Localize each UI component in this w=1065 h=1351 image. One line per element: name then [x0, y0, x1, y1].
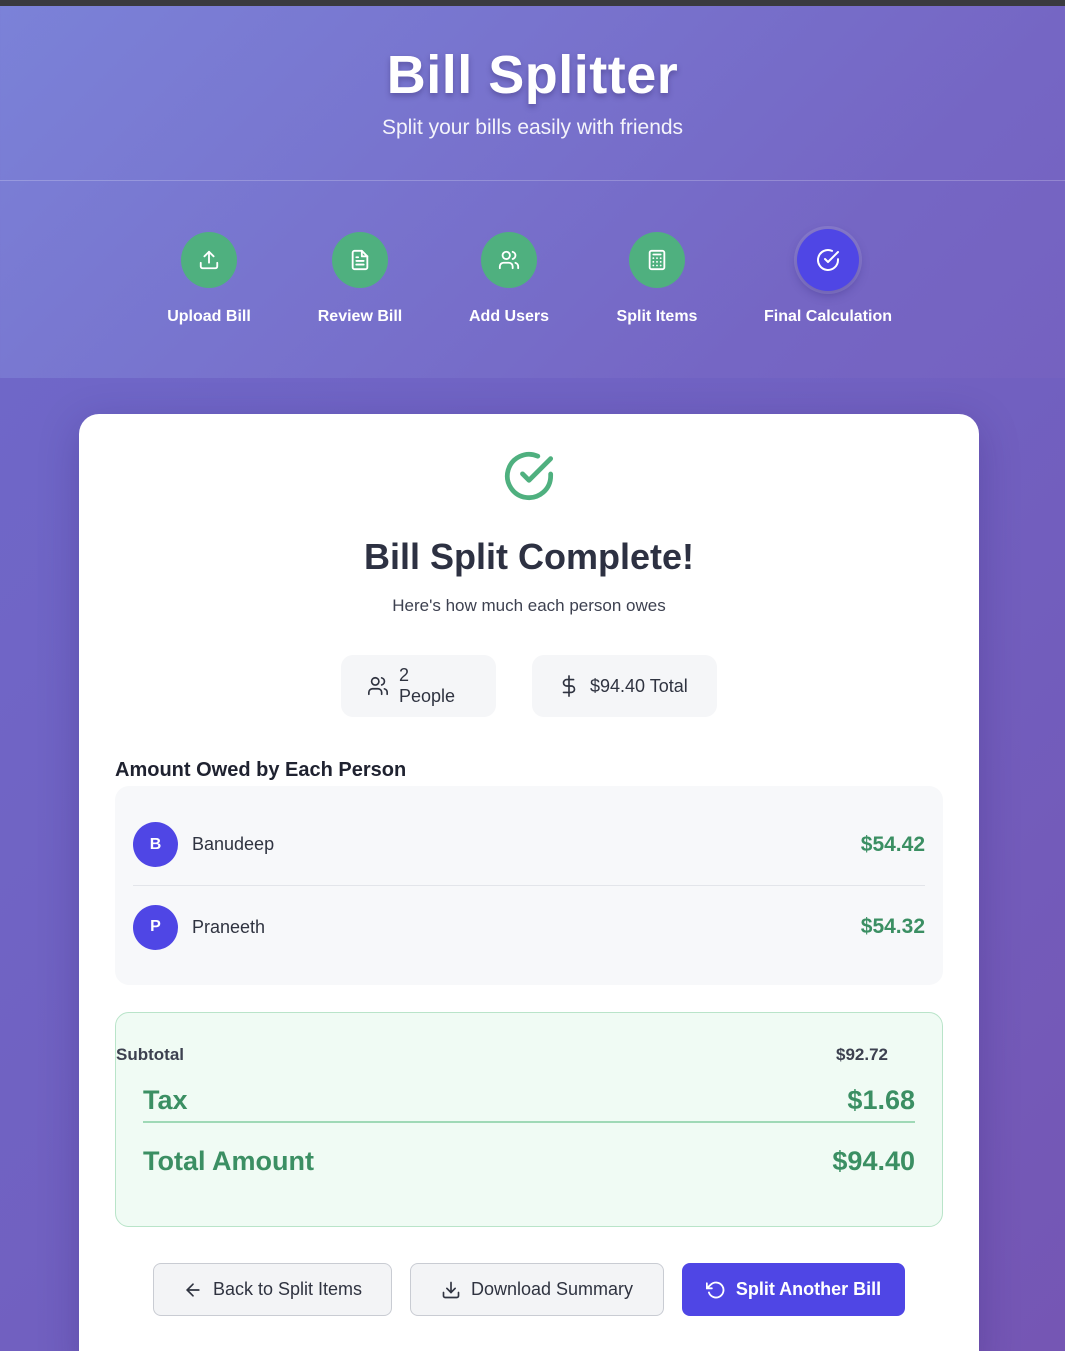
document-icon: [332, 232, 388, 288]
button-label: Back to Split Items: [212, 1279, 363, 1299]
users-icon: [481, 232, 537, 288]
total-row: Total Amount $94.40: [143, 1146, 915, 1177]
step-final-calculation[interactable]: Final Calculation: [728, 229, 928, 326]
person-name: Banudeep: [192, 834, 275, 854]
app-title: Bill Splitter: [386, 45, 679, 105]
subtotal-value: $92.72: [836, 1045, 888, 1064]
button-label: Download Summary: [470, 1279, 634, 1299]
button-label: Split Another Bill: [735, 1279, 882, 1299]
back-to-split-items-button[interactable]: Back to Split Items: [153, 1263, 392, 1316]
person-name: Praneeth: [192, 916, 266, 937]
result-title: Bill Split Complete!: [363, 536, 694, 577]
subtotal-label: Subtotal: [116, 1045, 184, 1064]
calculator-icon: [629, 232, 685, 288]
step-label: Split Items: [616, 308, 698, 325]
tax-label: Tax: [143, 1085, 188, 1115]
tax-row: Tax $1.68: [143, 1085, 915, 1116]
section-title: Amount Owed by Each Person: [115, 759, 407, 781]
avatar: P: [133, 904, 178, 950]
check-circle-icon: [797, 229, 859, 291]
people-count-badge: 2 People: [341, 655, 496, 717]
subtotal-row: Subtotal $92.72: [116, 1045, 888, 1065]
split-another-bill-button[interactable]: Split Another Bill: [682, 1263, 905, 1316]
progress-stepper: Upload Bill Review Bill Add Users Split …: [0, 182, 1065, 378]
avatar: B: [133, 822, 178, 867]
total-value: $94.40: [832, 1146, 915, 1176]
refresh-icon: [705, 1280, 726, 1300]
app-header: Bill Splitter Split your bills easily wi…: [0, 6, 1065, 181]
total-text: $94.40 Total: [590, 675, 688, 696]
person-amount: $54.42: [860, 832, 925, 856]
app-subtitle: Split your bills easily with friends: [381, 116, 684, 139]
totals-summary: Subtotal $92.72 Tax $1.68 Total Amount $…: [115, 1012, 943, 1227]
list-item: B Banudeep $54.42: [133, 804, 925, 886]
total-label: Total Amount: [143, 1146, 314, 1176]
upload-icon: [181, 232, 237, 288]
download-summary-button[interactable]: Download Summary: [410, 1263, 664, 1316]
result-card: Bill Split Complete! Here's how much eac…: [79, 414, 979, 1351]
divider: [143, 1121, 915, 1123]
people-list: B Banudeep $54.42 P Praneeth $54.32: [115, 786, 943, 985]
tax-value: $1.68: [847, 1085, 915, 1115]
step-split-items[interactable]: Split Items: [557, 232, 757, 326]
people-count-text: 2 People: [399, 665, 456, 706]
users-icon: [367, 675, 389, 697]
total-badge: $94.40 Total: [532, 655, 717, 717]
download-icon: [441, 1280, 461, 1300]
step-label: Final Calculation: [763, 308, 892, 325]
arrow-left-icon: [183, 1280, 203, 1300]
result-subtitle: Here's how much each person owes: [392, 596, 666, 615]
success-check-icon: [503, 450, 555, 502]
person-amount: $54.32: [860, 915, 925, 938]
dollar-icon: [558, 675, 580, 697]
list-item: P Praneeth $54.32: [133, 886, 925, 968]
